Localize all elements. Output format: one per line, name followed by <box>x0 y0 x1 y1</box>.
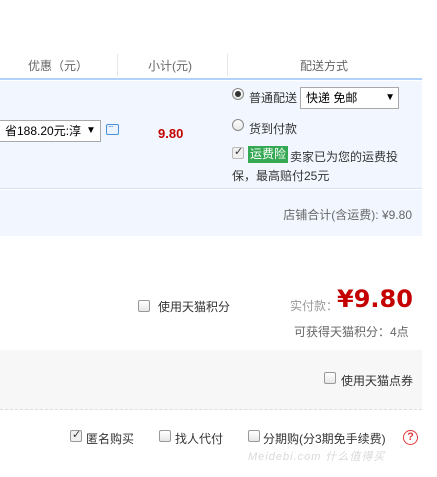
shipping-method-select[interactable]: 快递 免邮 ▼ <box>300 87 399 109</box>
anonymous-buy-label: 匿名购买 <box>86 432 135 446</box>
anonymous-buy-checkbox[interactable] <box>70 428 82 442</box>
help-icon[interactable]: ? <box>403 430 418 445</box>
header-divider <box>227 54 228 76</box>
shipping-cod-label: 货到付款 <box>249 122 298 136</box>
discount-select[interactable]: 省188.20元:淳 ▼ <box>0 120 101 142</box>
proxy-pay-checkbox[interactable] <box>159 430 171 442</box>
store-total: 店铺合计(含运费): ¥9.80 <box>283 208 412 222</box>
proxy-pay-label: 找人代付 <box>175 432 224 446</box>
item-subtotal: 9.80 <box>158 126 184 141</box>
store-total-row: 店铺合计(含运费): ¥9.80 <box>0 190 422 236</box>
order-item-row: 省188.20元:淳 ▼ 9.80 普通配送 快递 免邮 ▼ 货到付款 <box>0 81 422 189</box>
watermark: Meidebi.com 什么值得买 <box>248 451 386 463</box>
discount-select-value: 省188.20元:淳 <box>5 124 82 138</box>
shipping-normal-radio[interactable] <box>232 88 244 100</box>
chat-bubble-icon[interactable] <box>106 119 119 135</box>
installment-checkbox[interactable] <box>248 430 260 442</box>
shipping-normal-label: 普通配送 <box>249 91 298 105</box>
freight-insurance-text: 保，最高赔付25元 <box>232 169 330 183</box>
points-earned: 可获得天猫积分：4点 <box>294 325 409 339</box>
installment-label: 分期购(分3期免手续费) <box>263 432 386 446</box>
freight-insurance-checkbox <box>232 145 244 159</box>
freight-insurance-text: 卖家已为您的运费投 <box>290 150 399 164</box>
actual-payment-label: 实付款： <box>290 299 339 313</box>
actual-payment-amount: ¥9.80 <box>337 285 413 313</box>
use-coupon-label: 使用天猫点券 <box>341 374 414 388</box>
header-subtotal: 小计(元) <box>148 59 192 73</box>
chevron-down-icon: ▼ <box>385 92 395 103</box>
freight-insurance-badge: 运费险 <box>248 146 289 163</box>
chevron-down-icon: ▼ <box>84 121 98 141</box>
use-points-label: 使用天猫积分 <box>158 300 231 314</box>
use-coupon-checkbox[interactable] <box>324 372 336 384</box>
header-shipping: 配送方式 <box>300 59 349 73</box>
header-divider <box>117 54 118 76</box>
order-table-header: 优惠（元） 小计(元) 配送方式 <box>0 50 422 80</box>
coupon-row: 使用天猫点券 <box>0 350 422 410</box>
use-points-checkbox[interactable] <box>138 300 150 312</box>
shipping-method-value: 快递 免邮 <box>306 91 358 105</box>
header-discount: 优惠（元） <box>28 59 89 73</box>
shipping-cod-radio[interactable] <box>232 119 244 131</box>
